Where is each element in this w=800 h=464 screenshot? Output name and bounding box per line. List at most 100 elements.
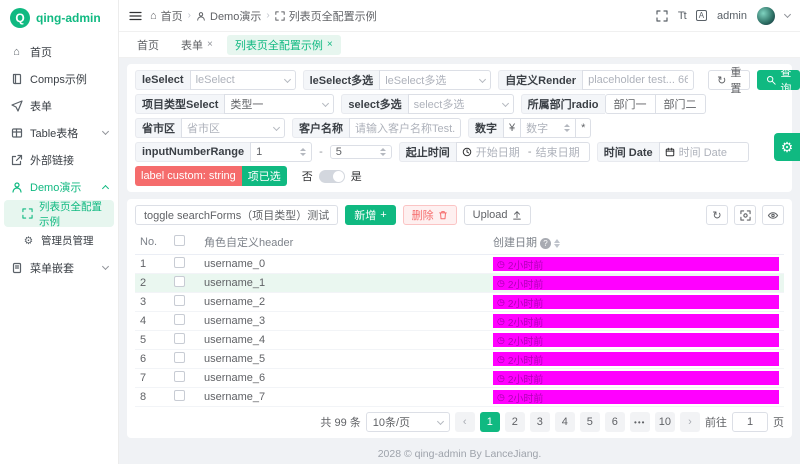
goto-page-input[interactable]: 1 (732, 412, 768, 432)
region-select[interactable]: 省市区 (181, 118, 285, 138)
leselect-multi-select[interactable]: leSelect多选 (379, 70, 491, 90)
row-checkbox[interactable] (174, 295, 185, 306)
radio-dept-2[interactable]: 部门二 (655, 94, 706, 114)
row-checkbox[interactable] (174, 257, 185, 268)
table-row[interactable]: 2 username_1 ◷2小时前 (135, 274, 784, 293)
username[interactable]: admin (717, 10, 747, 22)
settings-gear-button[interactable]: ⚙ (774, 133, 800, 161)
table-row[interactable]: 4 username_3 ◷2小时前 (135, 312, 784, 331)
toggle-switch[interactable] (319, 170, 345, 183)
page-button[interactable]: 10 (655, 412, 675, 432)
toggle-search-forms-button[interactable]: toggle searchForms（项目类型）测试 (135, 205, 338, 225)
page-button[interactable]: 3 (530, 412, 550, 432)
fullscreen-search-icon[interactable] (734, 205, 756, 225)
clock-icon: ◷ (497, 392, 505, 403)
cell-select (169, 331, 199, 350)
next-page-button[interactable]: › (680, 412, 700, 432)
select-all-checkbox[interactable] (174, 235, 185, 246)
table-row[interactable]: 3 username_2 ◷2小时前 (135, 293, 784, 312)
sidebar-item-menu-nested[interactable]: 菜单嵌套 (0, 254, 118, 281)
query-button[interactable]: 查询 (757, 70, 800, 90)
avatar[interactable] (757, 7, 775, 25)
sidebar-item-table[interactable]: Table表格 (0, 119, 118, 146)
logo[interactable]: Q qing-admin (0, 0, 118, 36)
row-checkbox[interactable] (174, 390, 185, 401)
table-row[interactable]: 7 username_6 ◷2小时前 (135, 369, 784, 388)
sidebar-item-form[interactable]: 表单 (0, 92, 118, 119)
customer-name-input[interactable]: 请输入客户名称Test... (349, 118, 461, 138)
sidebar-item-comps[interactable]: Comps示例 (0, 65, 118, 92)
col-header-name: 角色自定义header (199, 230, 488, 255)
sort-icon[interactable] (554, 239, 560, 248)
fullscreen-icon[interactable] (656, 10, 668, 22)
prev-page-button[interactable]: ‹ (455, 412, 475, 432)
field-time-date: 时间 Date 时间 Date (597, 142, 749, 162)
breadcrumb-demo[interactable]: Demo演示 (196, 8, 261, 24)
sidebar-item-home[interactable]: ⌂ 首页 (0, 38, 118, 65)
number-stepper[interactable] (380, 148, 386, 156)
chevron-down-icon (102, 262, 109, 269)
table-icon (10, 127, 23, 139)
hamburger-icon[interactable] (129, 10, 142, 22)
sidebar-item-list-page-demo[interactable]: 列表页全配置示例 (4, 200, 114, 227)
sidebar-item-external-link[interactable]: 外部链接 (0, 146, 118, 173)
home-icon: ⌂ (10, 46, 23, 58)
time-date-input[interactable]: 时间 Date (659, 142, 749, 162)
row-checkbox[interactable] (174, 333, 185, 344)
table-row[interactable]: 8 username_7 ◷2小时前 (135, 388, 784, 407)
date-range-input[interactable]: 开始日期 - 结束日期 (456, 142, 590, 162)
switch-off-label: 否 (302, 168, 313, 184)
page-button[interactable]: 6 (605, 412, 625, 432)
tab-form[interactable]: 表单 × (173, 35, 221, 55)
number-input[interactable]: 数字 (520, 118, 576, 138)
language-icon[interactable]: A (696, 10, 707, 21)
row-checkbox[interactable] (174, 352, 185, 363)
upload-button[interactable]: Upload (464, 205, 531, 225)
more-pages-button[interactable]: ••• (630, 412, 650, 432)
col-header-date[interactable]: 创建日期? (488, 230, 784, 255)
row-checkbox[interactable] (174, 371, 185, 382)
number-range-to-input[interactable]: 5 (330, 145, 392, 159)
radio-dept-1[interactable]: 部门一 (605, 94, 655, 114)
table-row[interactable]: 5 username_4 ◷2小时前 (135, 331, 784, 350)
close-icon[interactable]: × (327, 39, 333, 50)
main-column: ⌂ 首页 › Demo演示 › 列表页全配置示例 Tt A admin (119, 0, 800, 464)
chevron-down-icon[interactable] (784, 10, 791, 17)
page-button[interactable]: 2 (505, 412, 525, 432)
table-row[interactable]: 6 username_5 ◷2小时前 (135, 350, 784, 369)
breadcrumb-home[interactable]: ⌂ 首页 (150, 8, 183, 24)
delete-button[interactable]: 删除 (403, 205, 457, 225)
select-multi-select[interactable]: select多选 (408, 94, 514, 114)
reset-button[interactable]: ↻ 重置 (708, 70, 750, 90)
refresh-icon[interactable]: ↻ (706, 205, 728, 225)
page-button[interactable]: 4 (555, 412, 575, 432)
form-row-2: 项目类型Select 类型一 select多选 select多选 (135, 94, 784, 114)
number-stepper[interactable] (300, 148, 306, 156)
page-button[interactable]: 5 (580, 412, 600, 432)
cell-date: ◷2小时前 (488, 274, 784, 293)
external-link-icon (10, 154, 23, 166)
users-icon (10, 181, 23, 193)
button-label: 重置 (730, 64, 741, 96)
tab-home[interactable]: 首页 (129, 35, 167, 55)
eye-icon[interactable] (762, 205, 784, 225)
close-icon[interactable]: × (207, 39, 213, 50)
row-checkbox[interactable] (174, 276, 185, 287)
number-stepper[interactable] (564, 124, 570, 132)
brand-name: qing-admin (36, 11, 101, 25)
field-select-multi: select多选 select多选 (341, 94, 513, 114)
sidebar-item-demo[interactable]: Demo演示 (0, 173, 118, 200)
row-checkbox[interactable] (174, 314, 185, 325)
cell-date: ◷2小时前 (488, 388, 784, 407)
sidebar-item-admin-manage[interactable]: ⚙ 管理员管理 (0, 227, 118, 254)
add-button[interactable]: 新增 + (345, 205, 395, 225)
page-button[interactable]: 1 (480, 412, 500, 432)
font-size-icon[interactable]: Tt (678, 10, 686, 22)
leselect-select[interactable]: leSelect (190, 70, 296, 90)
table-row[interactable]: 1 username_0 ◷2小时前 (135, 255, 784, 274)
tab-list-page-demo[interactable]: 列表页全配置示例 × (227, 35, 341, 55)
page-size-select[interactable]: 10条/页 (366, 412, 450, 432)
number-range-from-input[interactable]: 1 (250, 142, 312, 162)
project-type-select[interactable]: 类型一 (224, 94, 334, 114)
custom-render-input[interactable]: placeholder test... 666 (582, 70, 694, 90)
